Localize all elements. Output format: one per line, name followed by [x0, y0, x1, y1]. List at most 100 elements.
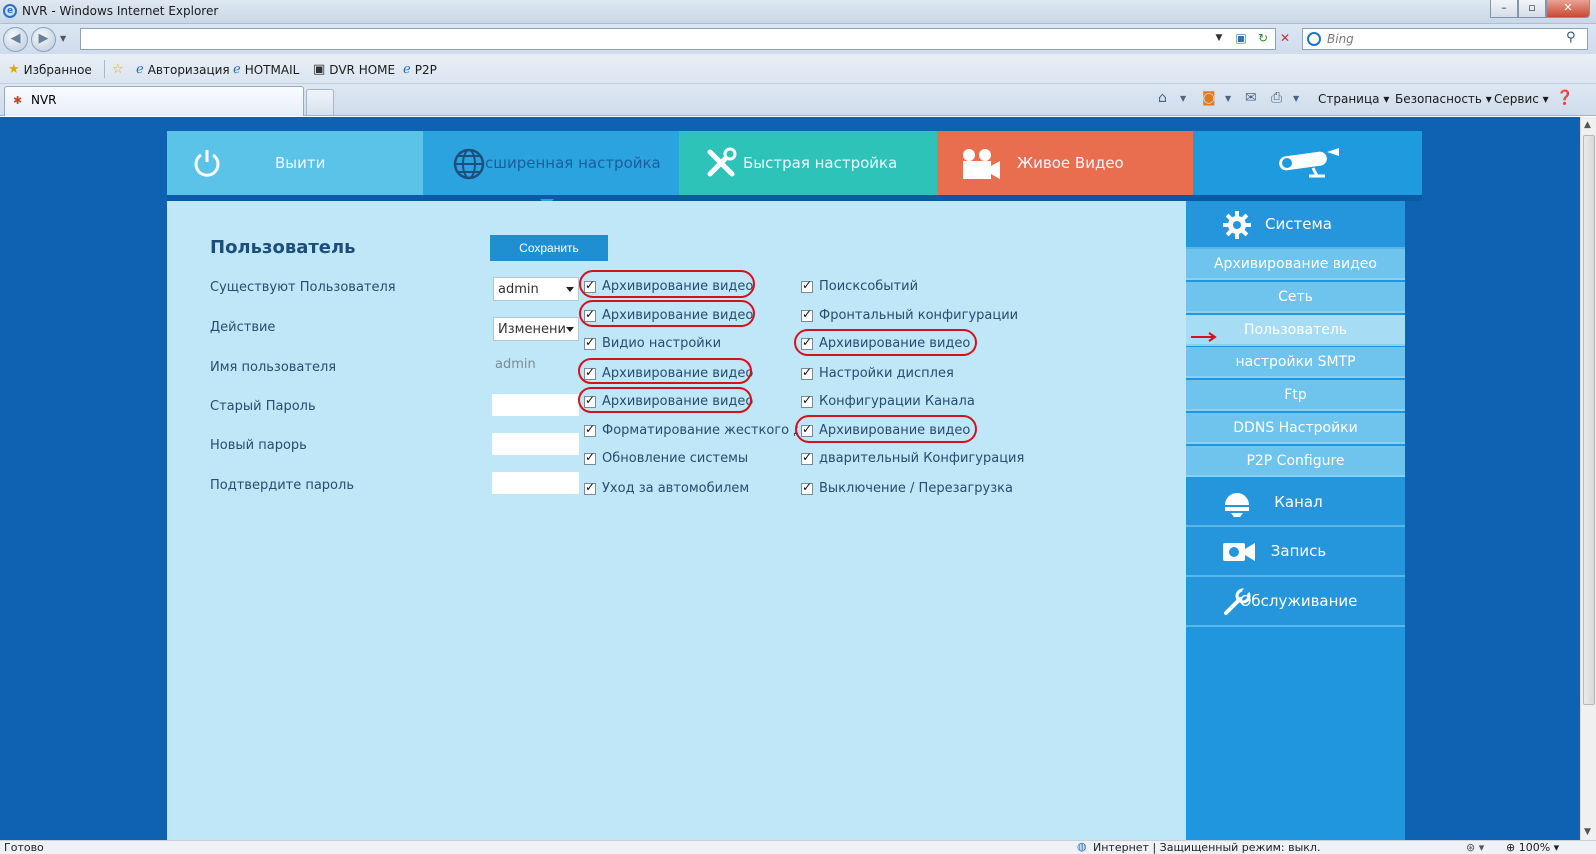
checkbox[interactable]: [584, 480, 596, 495]
checkbox[interactable]: [801, 393, 813, 408]
security-menu[interactable]: Безопасность ▾: [1395, 92, 1492, 106]
stop-icon[interactable]: ✕: [1276, 29, 1294, 47]
tools-icon: [707, 147, 737, 177]
url-dropdown-icon[interactable]: ▼: [1210, 29, 1228, 47]
checkbox[interactable]: [584, 393, 596, 408]
minimize-button[interactable]: –: [1490, 0, 1518, 18]
home-dropdown-icon[interactable]: ▼: [1180, 94, 1186, 103]
perm-left-2[interactable]: Архивирование видео: [584, 307, 753, 323]
checkbox[interactable]: [801, 307, 813, 322]
nav-logout[interactable]: Выити: [167, 131, 423, 195]
maximize-button[interactable]: ▫: [1518, 0, 1546, 18]
url-input[interactable]: [80, 28, 1276, 50]
print-dropdown-icon[interactable]: ▼: [1293, 94, 1299, 103]
favorites-button[interactable]: ★ Избранное: [8, 62, 92, 77]
checkbox[interactable]: [801, 450, 813, 465]
confirm-password-field[interactable]: [492, 472, 579, 494]
back-button[interactable]: ◀: [3, 27, 28, 52]
fav-divider: [104, 60, 105, 78]
rss-icon[interactable]: ◙: [1202, 90, 1216, 106]
perm-left-1[interactable]: Архивирование видео: [584, 278, 753, 294]
new-password-field[interactable]: [492, 433, 579, 455]
perm-right-7[interactable]: дварительный Конфигурация: [801, 450, 1024, 466]
address-bar: ◀ ▶ ▼ ▼ ▣ ↻ ✕ Bing ⚲: [0, 24, 1596, 54]
action-select[interactable]: Изменени: [493, 317, 579, 341]
sidebar-system[interactable]: Система: [1186, 201, 1405, 249]
perm-right-6[interactable]: Архивирование видео: [801, 422, 970, 438]
perm-right-2[interactable]: Фронтальный конфигурации: [801, 307, 1018, 323]
favorites-bar: ★ Избранное ☆ ℯ Авторизация ℯ HOTMAIL ▣ …: [0, 54, 1596, 84]
bing-icon: [1307, 32, 1321, 46]
sidebar-record[interactable]: Запись: [1186, 527, 1405, 577]
add-favorite-button[interactable]: ☆: [112, 62, 124, 77]
perm-left-8[interactable]: Уход за автомобилем: [584, 480, 749, 496]
history-dropdown-icon[interactable]: ▼: [60, 34, 66, 43]
home-icon[interactable]: ⌂: [1158, 90, 1167, 106]
forward-button[interactable]: ▶: [31, 27, 56, 52]
nav-quick-settings[interactable]: Быстрая настройка: [679, 131, 937, 195]
checkbox[interactable]: [801, 278, 813, 293]
chevron-down-icon: [566, 287, 574, 292]
sidebar-item-smtp[interactable]: настройки SMTP: [1186, 347, 1405, 378]
scroll-up-icon[interactable]: ▲: [1584, 120, 1591, 130]
checkbox[interactable]: [801, 365, 813, 380]
refresh-icon[interactable]: ↻: [1254, 29, 1272, 47]
fav-link-dvr[interactable]: ▣ DVR HOME: [313, 62, 395, 77]
save-button[interactable]: Сохранить: [490, 235, 608, 261]
old-password-field[interactable]: [492, 394, 579, 416]
scroll-down-icon[interactable]: ▼: [1584, 827, 1591, 837]
page-title: Пользователь: [210, 237, 356, 258]
status-text: Готово: [4, 841, 44, 854]
sidebar-item-p2p[interactable]: P2P Configure: [1186, 446, 1405, 477]
close-window-button[interactable]: ✕: [1546, 0, 1590, 18]
checkbox[interactable]: [584, 278, 596, 293]
search-icon[interactable]: ⚲: [1566, 30, 1576, 45]
checkbox[interactable]: [584, 450, 596, 465]
nav-advanced-settings[interactable]: сширенная настройка: [423, 131, 679, 195]
perm-left-6[interactable]: Форматирование жесткого ди: [584, 423, 798, 438]
perm-left-5[interactable]: Архивирование видео: [584, 393, 753, 409]
sidebar-item-ddns[interactable]: DDNS Настройки: [1186, 413, 1405, 444]
compat-view-icon[interactable]: ▣: [1232, 29, 1250, 47]
print-icon[interactable]: ⎙: [1271, 90, 1282, 106]
perm-right-1[interactable]: Поисксобытий: [801, 278, 918, 294]
existing-user-select[interactable]: admin: [493, 277, 579, 301]
sidebar-maintenance[interactable]: Обслуживание: [1186, 577, 1405, 627]
perm-left-7[interactable]: Обновление системы: [584, 450, 748, 466]
sidebar-channel[interactable]: Канал: [1186, 479, 1405, 527]
fav-link-p2p[interactable]: ℯ P2P: [403, 62, 437, 77]
page-menu[interactable]: Страница ▾: [1318, 92, 1389, 106]
sidebar-item-recording[interactable]: Архивирование видео: [1186, 249, 1405, 280]
checkbox[interactable]: [801, 480, 813, 495]
nav-live-video[interactable]: Живое Видео: [937, 131, 1193, 195]
perm-right-4[interactable]: Настройки дисплея: [801, 365, 954, 381]
perm-right-8[interactable]: Выключение / Перезагрузка: [801, 480, 1013, 496]
mail-icon[interactable]: ✉: [1245, 90, 1257, 106]
perm-right-5[interactable]: Конфигурации Канала: [801, 393, 975, 409]
checkbox[interactable]: [584, 423, 596, 437]
fav-link-auth[interactable]: ℯ Авторизация: [136, 62, 230, 77]
scroll-thumb[interactable]: [1583, 135, 1595, 705]
vertical-scrollbar[interactable]: ▲ ▼: [1580, 117, 1596, 840]
new-tab-button[interactable]: [306, 89, 334, 115]
checkbox[interactable]: [584, 335, 596, 350]
ie-logo-icon: e: [3, 4, 17, 18]
help-icon[interactable]: ❓: [1556, 90, 1573, 106]
zoom-level[interactable]: ⊕ 100% ▾: [1506, 841, 1559, 854]
tab-nvr[interactable]: ✱ NVR: [4, 86, 304, 116]
perm-right-3[interactable]: Архивирование видео: [801, 335, 970, 351]
perm-left-3[interactable]: Видио настройки: [584, 335, 721, 351]
checkbox[interactable]: [801, 335, 813, 350]
fav-link-hotmail[interactable]: ℯ HOTMAIL: [233, 62, 299, 77]
checkbox[interactable]: [584, 307, 596, 322]
protected-mode-icon[interactable]: ⊛ ▾: [1466, 841, 1484, 854]
rss-dropdown-icon[interactable]: ▼: [1225, 94, 1231, 103]
perm-left-4[interactable]: Архивирование видео: [584, 365, 753, 381]
checkbox[interactable]: [584, 365, 596, 380]
sidebar-item-user[interactable]: Пользователь: [1186, 315, 1405, 346]
sidebar-item-ftp[interactable]: Ftp: [1186, 380, 1405, 411]
sidebar-item-network[interactable]: Сеть: [1186, 282, 1405, 313]
search-input[interactable]: Bing: [1302, 28, 1588, 50]
checkbox[interactable]: [801, 422, 813, 437]
tools-menu[interactable]: Сервис ▾: [1494, 92, 1549, 106]
